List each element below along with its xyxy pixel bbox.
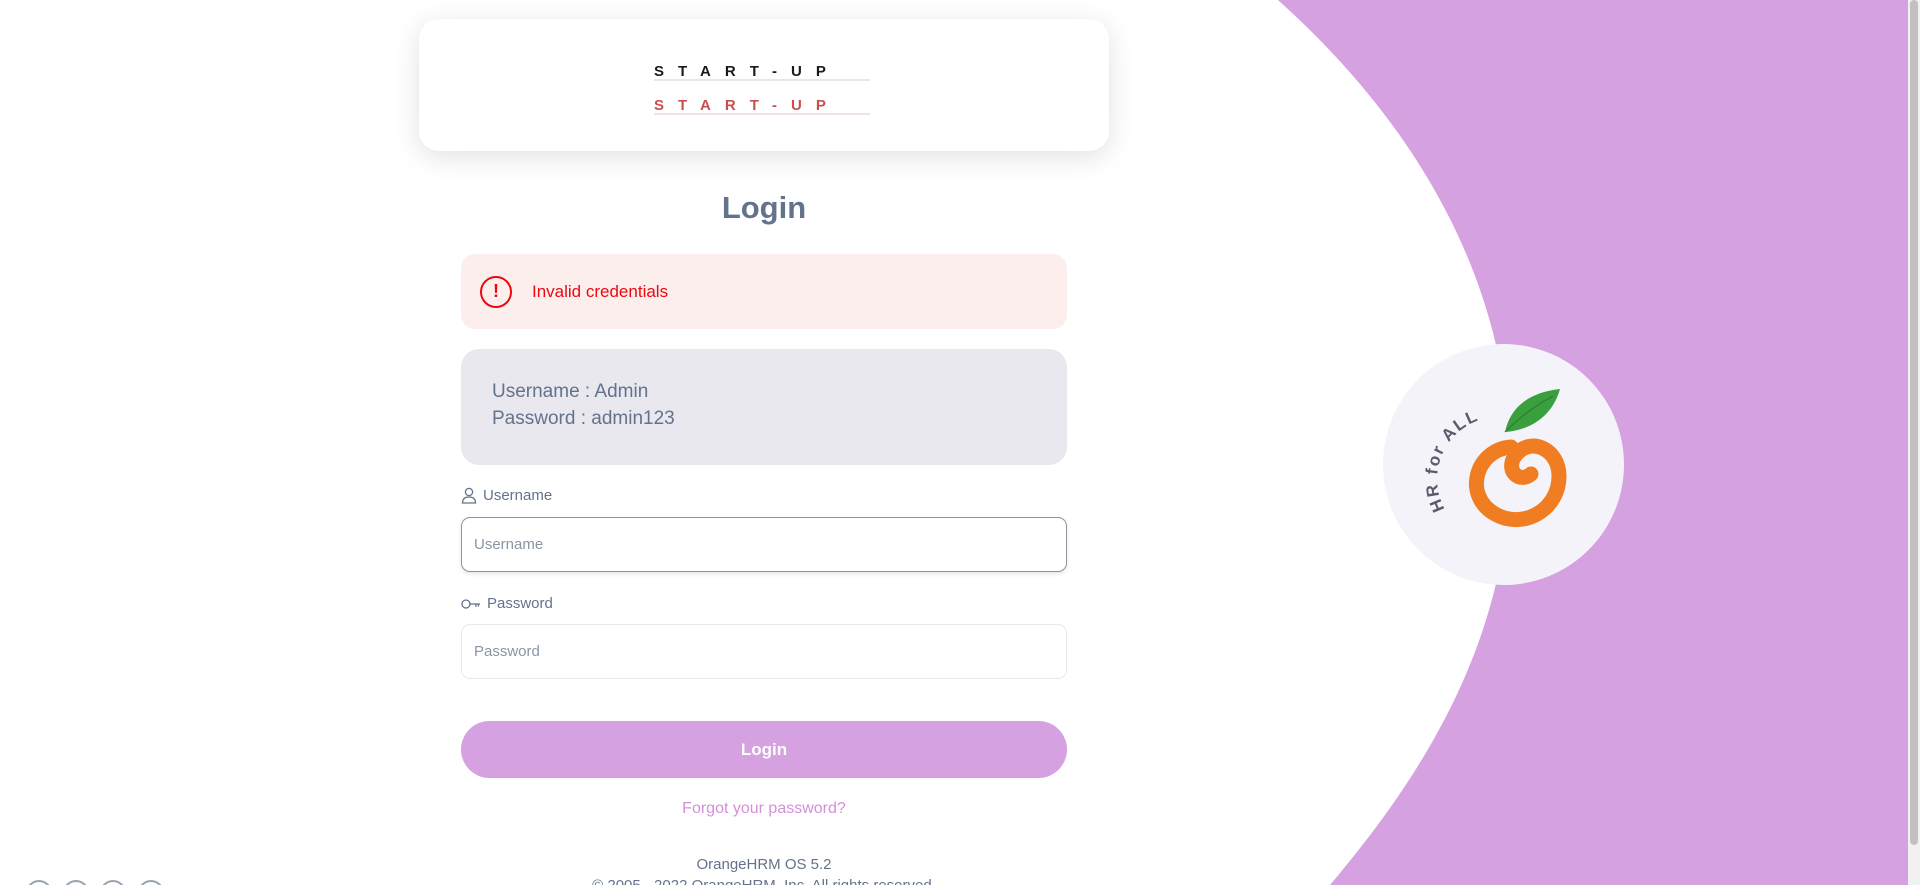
key-icon — [461, 598, 480, 609]
logo-text-line1: START-UP — [654, 63, 840, 80]
orange-logo-icon: HR for ALL — [1422, 389, 1567, 528]
password-label-text: Password — [487, 595, 553, 612]
username-label: Username — [461, 487, 552, 504]
company-logo: START-UP START-UP — [654, 63, 870, 115]
footer-copyright: © 2005 - 2022 OrangeHRM, Inc. All rights… — [0, 877, 1528, 885]
username-input[interactable] — [461, 517, 1067, 572]
error-message: Invalid credentials — [532, 281, 669, 301]
page-title: Login — [721, 190, 807, 225]
user-icon — [461, 487, 477, 504]
login-button[interactable]: Login — [461, 721, 1067, 778]
hint-password: Password : admin123 — [492, 408, 675, 429]
username-label-text: Username — [483, 487, 553, 504]
scrollbar-thumb[interactable] — [1910, 0, 1918, 845]
logo-text-line2: START-UP — [654, 97, 840, 114]
forgot-password-link[interactable]: Forgot your password? — [0, 800, 1528, 818]
scrollbar[interactable] — [1908, 0, 1920, 885]
footer-version: OrangeHRM OS 5.2 — [696, 856, 832, 873]
error-alert: ! Invalid credentials — [461, 254, 1067, 329]
hint-username: Username : Admin — [492, 381, 649, 402]
password-input[interactable] — [461, 624, 1067, 679]
exclamation-circle-icon: ! — [480, 275, 512, 308]
credentials-hint: Username : Admin Password : admin123 — [461, 349, 1067, 465]
login-page: START-UP START-UP Login ! Invalid creden… — [0, 0, 1920, 885]
brand-logo-card: START-UP START-UP — [419, 19, 1109, 151]
hr-for-all-badge: HR for ALL — [1383, 344, 1624, 585]
password-label: Password — [461, 595, 553, 612]
